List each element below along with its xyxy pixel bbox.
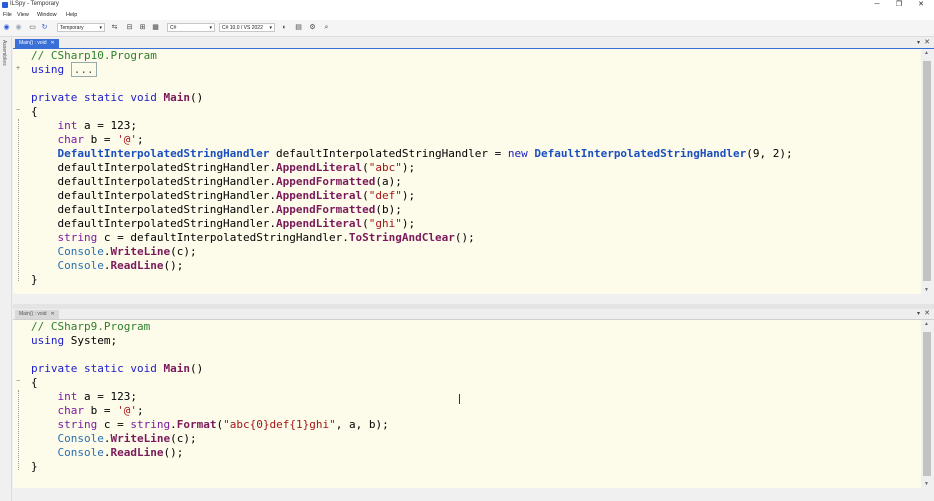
fold-guide [18,119,19,281]
code-line: Console.ReadLine(); [57,259,184,272]
code-line: DefaultInterpolatedStringHandler default… [57,147,793,160]
code-line: { [31,376,38,389]
code-line: char b = '@'; [57,404,144,417]
code-line: using System; [31,334,118,347]
assemblies-label: Assemblies [1,40,7,66]
code-line: Console.ReadLine(); [57,446,184,459]
language-version-combo[interactable]: C# 10.0 / VS 2022 ▾ [219,23,275,32]
menu-bar: File View Window Help [0,10,934,20]
assembly-list-value: Temporary [60,25,84,31]
fold-minus-icon[interactable]: − [16,378,21,386]
code-line: // CSharp9.Program [31,320,151,333]
code-line: defaultInterpolatedStringHandler.AppendF… [31,175,402,188]
chevron-down-icon: ▾ [99,25,102,31]
top-horizontal-scrollbar[interactable] [13,294,934,303]
code-line: int a = 123; [57,390,137,403]
top-vertical-scrollbar[interactable]: ▲ ▼ [921,49,934,294]
code-line: string c = defaultInterpolatedStringHand… [57,231,475,244]
settings-icon[interactable]: ⚙ [308,23,317,32]
fold-minus-icon[interactable]: − [16,107,21,115]
code-line: defaultInterpolatedStringHandler.AppendL… [31,189,416,202]
menu-window[interactable]: Window [37,12,57,18]
maximize-button[interactable]: ❐ [888,0,910,10]
scroll-thumb[interactable] [923,61,931,281]
language-version-value: C# 10.0 / VS 2022 [222,25,263,31]
theme-icon[interactable]: ▤ [294,23,303,32]
chevron-down-icon: ▾ [209,25,212,31]
title-bar: ILSpy - Temporary ─ ❐ ✕ [0,0,934,10]
chevron-down-icon: ▾ [269,25,272,31]
tab-label: Main() : void [19,40,47,46]
show-all-icon[interactable]: ▦ [151,23,160,32]
code-line: char b = '@'; [57,133,144,146]
scroll-thumb[interactable] [923,332,931,476]
scroll-down-icon[interactable]: ▼ [924,481,929,487]
close-icon[interactable]: ✕ [51,311,55,317]
forward-icon[interactable]: ◉ [14,23,23,32]
window-title: ILSpy - Temporary [10,1,59,7]
code-line: private static void Main() [31,91,204,104]
refresh-icon[interactable]: ↻ [40,23,49,32]
language-combo[interactable]: C# ▾ [167,23,215,32]
menu-help[interactable]: Help [66,12,77,18]
toolbar: ◉ ◉ ▭ ↻ Temporary ▾ ⇆ ⊟ ⊞ ▦ C# ▾ C# 10.0… [0,20,934,37]
tab-label: Main() : void [19,311,47,317]
code-line: // CSharp10.Program [31,49,157,62]
menu-view[interactable]: View [17,12,29,18]
tab-main-bottom[interactable]: Main() : void ✕ [15,310,59,319]
back-icon[interactable]: ◉ [2,23,11,32]
top-code-editor[interactable]: + − // CSharp10.Program using ... privat… [13,49,921,294]
manage-lists-icon[interactable]: ⇆ [110,23,119,32]
code-line: Console.WriteLine(c); [57,245,197,258]
menu-file[interactable]: File [3,12,12,18]
app-icon [2,2,8,8]
code-line: using ... [31,62,97,77]
code-line: Console.WriteLine(c); [57,432,197,445]
tab-main-top[interactable]: Main() : void ✕ [15,39,59,48]
dark-mode-icon[interactable]: ◐ [280,23,289,32]
language-value: C# [170,25,177,31]
bottom-code-editor[interactable]: − // CSharp9.Program using System; priva… [13,320,921,488]
dropdown-icon[interactable]: ▾ [917,310,920,317]
bottom-vertical-scrollbar[interactable]: ▲ ▼ [921,320,934,488]
assemblies-panel-strip[interactable]: Assemblies [0,37,12,501]
code-line: defaultInterpolatedStringHandler.AppendL… [31,161,416,174]
close-icon[interactable]: ✕ [51,40,55,46]
minimize-button[interactable]: ─ [866,0,888,10]
collapse-icon[interactable]: ⊞ [138,23,147,32]
code-line: string c = string.Format("abc{0}def{1}gh… [57,418,389,431]
open-icon[interactable]: ▭ [28,23,37,32]
code-line: defaultInterpolatedStringHandler.AppendL… [31,217,416,230]
code-line: } [31,273,38,286]
code-line: { [31,105,38,118]
sort-icon[interactable]: ⊟ [125,23,134,32]
search-icon[interactable]: ⌕ [322,23,331,32]
code-line: int a = 123; [57,119,137,132]
gutter: + − [13,49,21,294]
bottom-tab-bar: Main() : void ✕ ▾ ✕ [13,309,934,320]
fold-guide [18,390,19,470]
scroll-down-icon[interactable]: ▼ [924,287,929,293]
scroll-up-icon[interactable]: ▲ [924,50,929,56]
close-button[interactable]: ✕ [910,0,932,10]
code-line: private static void Main() [31,362,204,375]
assembly-list-combo[interactable]: Temporary ▾ [57,23,105,32]
fold-plus-icon[interactable]: + [16,65,21,73]
scroll-up-icon[interactable]: ▲ [924,321,929,327]
gutter: − [13,320,21,488]
top-tab-bar: Main() : void ✕ ▾ ✕ [13,38,934,49]
close-icon[interactable]: ✕ [924,309,930,317]
code-line: defaultInterpolatedStringHandler.AppendF… [31,203,402,216]
text-cursor [459,394,460,404]
code-line: } [31,460,38,473]
dropdown-icon[interactable]: ▾ [917,39,920,46]
bottom-horizontal-scrollbar[interactable] [13,488,934,497]
close-icon[interactable]: ✕ [924,38,930,46]
